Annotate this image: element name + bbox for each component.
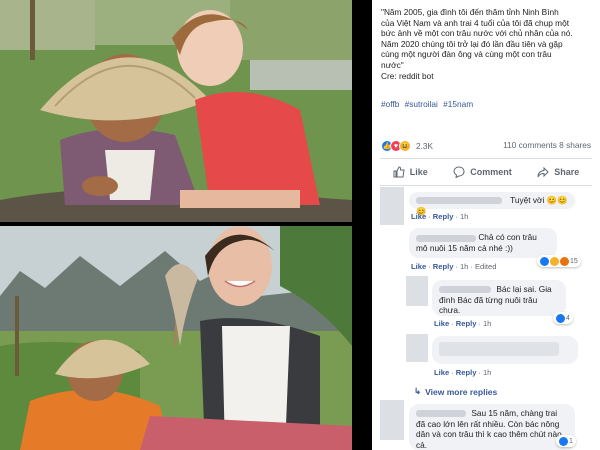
commenter-name[interactable]	[416, 235, 476, 243]
caption-line: "Năm 2005, gia đình tôi đến thăm tỉnh Ni…	[381, 7, 559, 17]
facebook-post-panel: "Năm 2005, gia đình tôi đến thăm tỉnh Ni…	[372, 0, 600, 450]
comment-like-link[interactable]: Like	[434, 319, 449, 328]
comment-reaction-count: 4	[566, 314, 570, 322]
like-reaction-icon	[556, 313, 565, 323]
comment-reply-link[interactable]: Reply	[433, 262, 454, 271]
comment-bubble	[432, 336, 578, 364]
comment-reply-link[interactable]: Reply	[456, 368, 477, 377]
caption-line: cùng một người đàn ông và cùng một con t…	[381, 49, 552, 60]
comment-meta: Like · Reply · 1h	[434, 368, 492, 377]
hashtags: #offb #sutroilai #15nam	[381, 99, 476, 109]
view-more-label: View more replies	[425, 386, 498, 397]
like-reaction-icon	[540, 256, 549, 266]
comment-label: Comment	[470, 167, 512, 177]
hashtag-link[interactable]: #sutroilai	[405, 99, 438, 109]
like-button[interactable]: Like	[393, 166, 428, 178]
comment-icon	[453, 166, 465, 178]
commenter-name[interactable]	[416, 197, 502, 205]
comment-reply-link[interactable]: Reply	[456, 319, 477, 328]
photo-2005[interactable]	[0, 0, 352, 222]
photo-collage	[0, 0, 372, 450]
avatar[interactable]	[380, 187, 404, 225]
reaction-summary[interactable]: 👍 ♥ 😆 2.3K	[381, 139, 433, 153]
comment-bubble: Sau 15 năm, chàng trai đã cao lớn lên rấ…	[409, 404, 575, 450]
share-button[interactable]: Share	[537, 166, 579, 178]
comments-shares-count[interactable]: 110 comments 8 shares	[503, 140, 591, 150]
comment-reaction-count: 15	[570, 257, 578, 265]
comment-like-link[interactable]: Like	[411, 212, 426, 221]
comment-like-link[interactable]: Like	[434, 368, 449, 377]
post-caption: "Năm 2005, gia đình tôi đến thăm tỉnh Ni…	[381, 7, 595, 81]
share-icon	[537, 166, 549, 178]
view-more-replies-link[interactable]: ↳ View more replies	[414, 386, 497, 397]
comment-bubble: Bác lại sai. Gia đình Bác đã từng nuôi t…	[432, 280, 566, 316]
reaction-count: 2.3K	[416, 141, 434, 151]
hashtag-link[interactable]: #offb	[381, 99, 399, 109]
hashtag-link[interactable]: #15nam	[443, 99, 473, 109]
comment-meta: Like · Reply · 1h	[411, 212, 469, 221]
thumbs-up-icon	[393, 166, 405, 178]
comment-time: 1h	[459, 212, 469, 221]
photo-2020[interactable]	[0, 226, 352, 450]
caption-credit: Cre: reddit bot	[381, 70, 434, 81]
comment-button[interactable]: Comment	[453, 166, 512, 178]
comment-reaction-count: 1	[569, 437, 573, 445]
caption-line: của Việt Nam và anh trai 4 tuổi của tôi …	[381, 17, 570, 28]
caption-line: bức ảnh về một con trâu nước với chủ nhâ…	[381, 28, 573, 39]
caption-line: Năm 2020 chúng tôi trở lại đó lần đầu ti…	[381, 38, 563, 49]
like-reaction-icon	[559, 436, 568, 446]
avatar[interactable]	[406, 334, 428, 362]
comment-meta: Like · Reply · 1h · Edited	[411, 262, 497, 271]
comment-bubble: Chả có con trâu mô nuôi 15 năm cả nhé :)…	[409, 228, 557, 258]
caption-line: nước"	[381, 59, 404, 70]
comment-time: 1h	[459, 262, 469, 271]
comment-reactions[interactable]: 15	[537, 255, 581, 267]
angry-reaction-icon	[560, 256, 569, 266]
comment-reactions[interactable]: 4	[553, 312, 573, 324]
comment-time: 1h	[482, 319, 492, 328]
commenter-name[interactable]	[416, 410, 466, 418]
haha-reaction-icon	[550, 256, 559, 266]
comment-time: 1h	[482, 368, 492, 377]
like-label: Like	[409, 167, 428, 177]
comment-reactions[interactable]: 1	[556, 435, 576, 447]
share-label: Share	[554, 167, 580, 177]
comment-like-link[interactable]: Like	[411, 262, 426, 271]
comment-reply-link[interactable]: Reply	[433, 212, 454, 221]
avatar[interactable]	[380, 400, 404, 440]
commenter-name[interactable]	[439, 286, 491, 294]
reply-arrow-icon: ↳	[414, 386, 422, 396]
comment-meta: Like · Reply · 1h	[434, 319, 492, 328]
comment-bubble: Tuyệt vời 😊😊😊	[409, 192, 575, 216]
commenter-name[interactable]	[439, 342, 559, 356]
avatar[interactable]	[406, 276, 428, 306]
haha-reaction-icon: 😆	[399, 140, 411, 152]
comment-edited: Edited	[474, 262, 497, 271]
post-action-bar: Like Comment Share	[380, 158, 592, 186]
